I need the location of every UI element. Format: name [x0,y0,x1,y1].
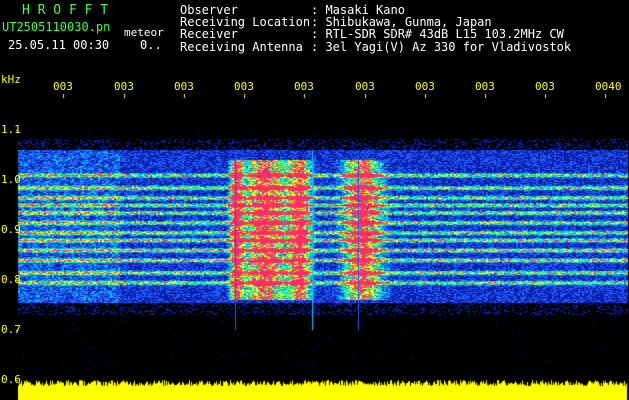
info-value-antenna: : 3el Yagi(V) Az 330 for Vladivostok [311,39,572,54]
time-tick-label: 003 [234,80,254,93]
info-labels: Observer Receiving Location Receiver Rec… [180,4,310,53]
time-tick-label: 003 [355,80,375,93]
info-value-receiver: : RTL-SDR SDR# 43dB L15 103.2MHz CW [311,27,564,42]
datetime-label: 25.05.11 00:30 [8,38,110,52]
freq-unit-label: kHz [1,73,21,86]
time-tick-label: 003 [294,80,314,93]
freq-tick-label: 0.8 [1,273,21,286]
freq-tick-label: 0.9 [1,223,21,236]
freq-tick-label: 1.0 [1,173,21,186]
time-tick-label: 003 [53,80,73,93]
freq-tick-label: 0.6 [1,373,21,386]
time-tick-label: 003 [174,80,194,93]
freq-tick-label: 0.7 [1,323,21,336]
spectrogram-canvas [0,0,629,400]
app-name: H R O F F T [22,3,109,18]
time-tick-label: 003 [415,80,435,93]
count-label: 0.. [140,38,162,52]
info-label-receiver: Receiver [180,27,238,42]
info-values: : Masaki Kano : Shibukawa, Gunma, Japan … [311,4,571,53]
time-tick-label: 0040 [595,80,622,93]
time-tick-label: 003 [114,80,134,93]
info-label-antenna: Receiving Antenna [180,39,303,54]
time-tick-label: 003 [475,80,495,93]
filename: UT2505110030.pn [2,20,111,34]
time-tick-label: 003 [535,80,555,93]
freq-tick-label: 1.1 [1,123,21,136]
